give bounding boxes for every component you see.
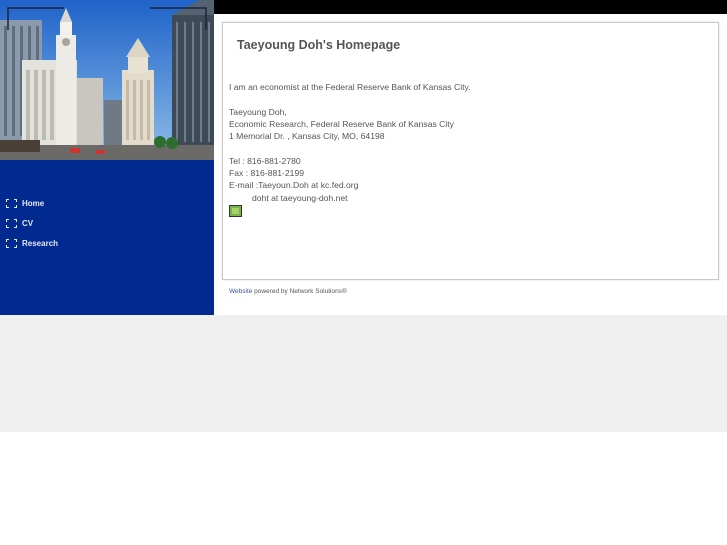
email-secondary: doht at taeyoung-doh.net (252, 192, 348, 203)
intro-text: I am an economist at the Federal Reserve… (229, 82, 471, 92)
sidebar-item-cv[interactable]: CV (6, 213, 58, 233)
department-text: Economic Research, Federal Reserve Bank … (229, 118, 454, 129)
contact-info: I am an economist at the Federal Reserve… (229, 81, 471, 217)
tel-text: Tel : 816-881-2780 (229, 155, 301, 166)
expand-corners-icon (6, 218, 17, 228)
website-link[interactable]: Website (229, 288, 252, 295)
email-primary: E-mail :Taeyoun.Doh at kc.fed.org (229, 180, 359, 191)
address-text: 1 Memorial Dr. , Kansas City, MO, 64198 (229, 131, 385, 142)
gray-band (0, 315, 727, 432)
footer: Website powered by Network Solutions® (229, 288, 347, 295)
sidebar-item-label: CV (22, 218, 34, 228)
sidebar-item-label: Research (22, 238, 59, 248)
sidebar-item-research[interactable]: Research (6, 233, 58, 253)
name-text: Taeyoung Doh, (229, 106, 287, 117)
fax-text: Fax : 816-881-2199 (229, 168, 305, 179)
top-bar (214, 0, 727, 14)
expand-corners-icon (6, 198, 17, 208)
header-photo (0, 0, 214, 160)
content-panel: Taeyoung Doh's Homepage I am an economis… (222, 22, 719, 280)
footer-text: powered by Network Solutions® (252, 288, 347, 295)
sidebar-item-label: Home (22, 198, 45, 208)
expand-corners-icon (6, 238, 17, 248)
main-nav: Home CV Research (6, 193, 58, 253)
sidebar: Home CV Research (0, 0, 214, 315)
sidebar-item-home[interactable]: Home (6, 193, 58, 213)
broken-image-icon (229, 204, 242, 217)
page-title: Taeyoung Doh's Homepage (237, 38, 401, 52)
